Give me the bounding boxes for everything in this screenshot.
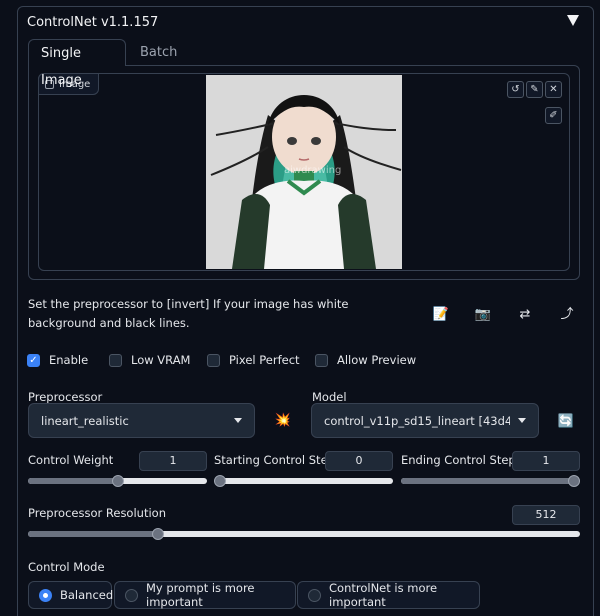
mode-prompt-label: My prompt is more important bbox=[146, 581, 255, 609]
control-weight-slider[interactable] bbox=[28, 475, 207, 487]
resolution-input[interactable]: 512 bbox=[512, 505, 580, 525]
preprocessor-dropdown[interactable]: lineart_realistic bbox=[28, 403, 255, 438]
pixel-perfect-checkbox[interactable]: Pixel Perfect bbox=[207, 353, 300, 367]
brush-icon[interactable]: ✐ bbox=[545, 107, 562, 124]
collapse-triangle-icon[interactable] bbox=[567, 15, 579, 26]
mode-prompt-important[interactable]: My prompt is more important bbox=[114, 581, 296, 609]
starting-step-label: Starting Control Step bbox=[214, 453, 335, 467]
enable-label: Enable bbox=[49, 353, 89, 367]
slider-thumb[interactable] bbox=[152, 528, 164, 540]
tab-single-image[interactable]: Single Image bbox=[28, 39, 126, 88]
starting-step-slider[interactable] bbox=[214, 475, 393, 487]
resolution-label: Preprocessor Resolution bbox=[28, 506, 166, 520]
notes-icon[interactable]: 📝 bbox=[432, 306, 450, 324]
slider-fill bbox=[401, 478, 580, 484]
allow-preview-label: Allow Preview bbox=[337, 353, 417, 367]
pixel-perfect-box[interactable] bbox=[207, 353, 220, 367]
ending-step-input[interactable]: 1 bbox=[512, 451, 580, 471]
chevron-down-icon bbox=[518, 418, 526, 423]
control-mode-label: Control Mode bbox=[28, 560, 105, 574]
send-icon[interactable]: ⤴ bbox=[558, 306, 576, 324]
panel-title[interactable]: ControlNet v1.1.157 bbox=[27, 15, 158, 30]
slider-thumb[interactable] bbox=[214, 475, 226, 487]
preprocessor-hint: Set the preprocessor to [invert] If your… bbox=[28, 297, 349, 330]
preprocessor-value: lineart_realistic bbox=[41, 413, 129, 428]
chevron-down-icon bbox=[234, 418, 242, 423]
low-vram-checkbox[interactable]: Low VRAM bbox=[109, 353, 190, 367]
model-value: control_v11p_sd15_lineart [43d4be0d] bbox=[324, 413, 510, 428]
uploaded-image: aiwdrawing bbox=[206, 75, 402, 269]
slider-fill bbox=[28, 478, 118, 484]
allow-preview-box[interactable] bbox=[315, 353, 328, 367]
reset-icon[interactable]: ↺ bbox=[507, 81, 524, 98]
radio-selected-icon[interactable] bbox=[39, 588, 52, 602]
control-weight-label: Control Weight bbox=[28, 453, 114, 467]
radio-icon[interactable] bbox=[125, 588, 138, 602]
model-label: Model bbox=[312, 390, 347, 404]
refresh-icon[interactable]: 🔄 bbox=[557, 413, 575, 431]
slider-thumb[interactable] bbox=[568, 475, 580, 487]
mode-balanced[interactable]: Balanced bbox=[28, 581, 114, 609]
slider-fill bbox=[28, 531, 158, 537]
preprocessor-label: Preprocessor bbox=[28, 390, 103, 404]
mode-controlnet-label: ControlNet is more important bbox=[329, 581, 438, 609]
slider-thumb[interactable] bbox=[112, 475, 124, 487]
starting-step-input[interactable]: 0 bbox=[325, 451, 393, 471]
low-vram-box[interactable] bbox=[109, 353, 122, 367]
ending-step-slider[interactable] bbox=[401, 475, 580, 487]
close-icon[interactable]: ✕ bbox=[545, 81, 562, 98]
low-vram-label: Low VRAM bbox=[131, 353, 191, 367]
enable-checkbox[interactable]: ✓ Enable bbox=[27, 353, 88, 367]
image-watermark: aiwdrawing bbox=[284, 165, 342, 176]
mode-balanced-label: Balanced bbox=[60, 588, 114, 602]
ending-step-label: Ending Control Step bbox=[401, 453, 516, 467]
swap-icon[interactable]: ⇄ bbox=[516, 306, 534, 324]
edit-icon[interactable]: ✎ bbox=[526, 81, 543, 98]
resolution-slider[interactable] bbox=[28, 528, 580, 540]
camera-icon[interactable]: 📷 bbox=[474, 306, 492, 324]
model-dropdown[interactable]: control_v11p_sd15_lineart [43d4be0d] bbox=[311, 403, 539, 438]
allow-preview-checkbox[interactable]: Allow Preview bbox=[315, 353, 416, 367]
run-preprocessor-icon[interactable]: 💥 bbox=[274, 412, 292, 430]
radio-icon[interactable] bbox=[308, 588, 321, 602]
check-icon[interactable]: ✓ bbox=[27, 353, 40, 367]
pixel-perfect-label: Pixel Perfect bbox=[229, 353, 300, 367]
control-weight-input[interactable]: 1 bbox=[139, 451, 207, 471]
mode-controlnet-important[interactable]: ControlNet is more important bbox=[297, 581, 480, 609]
tab-batch[interactable]: Batch bbox=[128, 39, 189, 66]
